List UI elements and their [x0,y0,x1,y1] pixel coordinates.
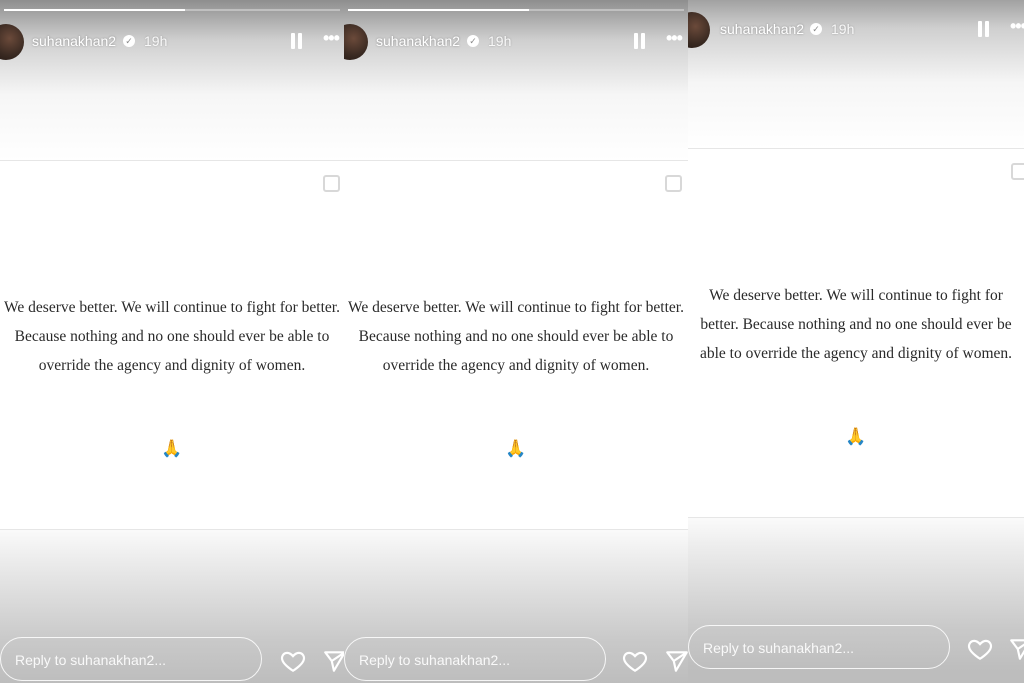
story-card: We deserve better. We will continue to f… [688,148,1024,518]
verified-badge-icon: ✓ [467,35,479,47]
reply-field[interactable] [344,637,606,681]
story-header: suhanakhan2 ✓ 19h ••• [688,12,1024,48]
pray-emoji: 🙏 [505,439,527,458]
story-progress-fill [4,9,186,11]
reply-field[interactable] [688,625,950,669]
reply-input[interactable] [701,639,935,657]
send-icon[interactable] [1008,636,1024,662]
story-header: suhanakhan2 ✓ 19h ••• [0,24,344,60]
story-progress-bar [348,9,684,11]
copy-icon [1011,163,1024,180]
pray-emoji: 🙏 [161,439,183,458]
username[interactable]: suhanakhan2 [32,33,116,49]
heart-icon[interactable] [280,648,306,674]
story-quote: We deserve better. We will continue to f… [699,287,1013,362]
more-options-icon[interactable]: ••• [666,28,683,49]
more-options-icon[interactable]: ••• [1010,16,1024,37]
story-card: We deserve better. We will continue to f… [344,160,688,530]
verified-badge-icon: ✓ [810,23,822,35]
post-time: 19h [831,21,855,37]
username[interactable]: suhanakhan2 [376,33,460,49]
story-header: suhanakhan2 ✓ 19h ••• [344,24,688,60]
story-quote: We deserve better. We will continue to f… [4,299,340,374]
pray-emoji: 🙏 [845,427,867,446]
heart-icon[interactable] [967,636,993,662]
more-options-icon[interactable]: ••• [323,28,340,49]
story-quote: We deserve better. We will continue to f… [348,299,684,374]
story-panel-3: suhanakhan2 ✓ 19h ••• We deserve better.… [688,0,1024,683]
verified-badge-icon: ✓ [123,35,135,47]
post-time: 19h [488,33,512,49]
avatar[interactable] [0,24,24,60]
reply-field[interactable] [0,637,262,681]
send-icon[interactable] [322,648,344,674]
pause-icon[interactable] [977,21,991,37]
story-card: We deserve better. We will continue to f… [0,160,344,530]
username[interactable]: suhanakhan2 [720,21,804,37]
post-time: 19h [144,33,168,49]
copy-icon [323,175,340,192]
copy-icon [665,175,682,192]
pause-icon[interactable] [290,33,304,49]
reply-input[interactable] [357,651,591,669]
avatar[interactable] [688,12,710,48]
story-panel-1: suhanakhan2 ✓ 19h ••• We deserve better.… [0,0,344,683]
send-icon[interactable] [664,648,688,674]
story-progress-fill [348,9,530,11]
heart-icon[interactable] [622,648,648,674]
story-panel-2: suhanakhan2 ✓ 19h ••• We deserve better.… [344,0,688,683]
avatar[interactable] [344,24,368,60]
reply-input[interactable] [13,651,247,669]
story-progress-bar [4,9,340,11]
pause-icon[interactable] [633,33,647,49]
